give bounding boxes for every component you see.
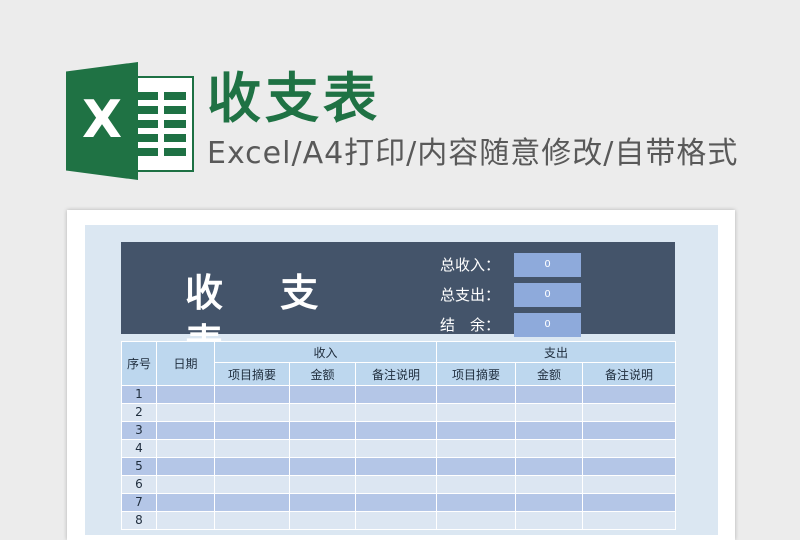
header-date[interactable]: 日期 [156,341,215,386]
table-cell[interactable] [436,457,517,476]
table-cell[interactable] [582,493,677,512]
table-cell[interactable] [582,385,677,404]
table-cell[interactable] [214,385,290,404]
table-cell[interactable] [156,475,215,494]
table-cell[interactable] [436,421,517,440]
table-cell[interactable] [515,403,584,422]
balance-label: 结 余： [440,316,501,334]
row-number-cell[interactable]: 3 [121,421,157,440]
table-cell[interactable] [289,475,356,494]
table-cell[interactable] [436,439,517,458]
table-cell[interactable] [354,457,438,476]
total-expense-value[interactable]: 0 [514,283,581,307]
table-cell[interactable] [354,421,438,440]
table-cell[interactable] [214,439,290,458]
table-cell[interactable] [436,493,517,512]
header-income-summary[interactable]: 项目摘要 [214,362,290,386]
row-number-cell[interactable]: 7 [121,493,157,512]
table-cell[interactable] [214,457,290,476]
table-row: 3 [121,421,677,440]
table-cell[interactable] [582,457,677,476]
sheet-title: 收 支 表 [185,270,341,365]
table-cell[interactable] [156,457,215,476]
table-row: 6 [121,475,677,494]
total-expense-label: 总支出： [440,286,501,304]
ledger-table: 序号 日期 收入 支出 项目摘要 金额 备注说明 项目摘要 金额 备注说明 12… [121,341,677,530]
table-cell[interactable] [436,403,517,422]
table-cell[interactable] [354,439,438,458]
header-expense-summary[interactable]: 项目摘要 [436,362,517,386]
table-cell[interactable] [289,403,356,422]
page-title: 收支表 [207,67,381,130]
table-cell[interactable] [354,475,438,494]
table-cell[interactable] [582,421,677,440]
table-cell[interactable] [354,511,438,530]
table-cell[interactable] [156,421,215,440]
table-cell[interactable] [354,403,438,422]
excel-logo-letter: X [82,90,123,150]
table-cell[interactable] [582,511,677,530]
header-income-note[interactable]: 备注说明 [354,362,438,386]
table-cell[interactable] [515,475,584,494]
table-cell[interactable] [289,421,356,440]
row-number-cell[interactable]: 4 [121,439,157,458]
table-cell[interactable] [582,439,677,458]
table-cell[interactable] [214,475,290,494]
table-cell[interactable] [289,511,356,530]
table-cell[interactable] [515,493,584,512]
header-income-amount[interactable]: 金额 [289,362,356,386]
table-cell[interactable] [214,493,290,512]
table-cell[interactable] [515,421,584,440]
row-number-cell[interactable]: 1 [121,385,157,404]
table-cell[interactable] [515,385,584,404]
row-number-cell[interactable]: 8 [121,511,157,530]
table-row: 5 [121,457,677,476]
table-cell[interactable] [156,493,215,512]
table-cell[interactable] [582,475,677,494]
table-cell[interactable] [515,511,584,530]
table-cell[interactable] [354,385,438,404]
page-subtitle: Excel/A4打印/内容随意修改/自带格式 [207,136,739,171]
table-row: 8 [121,511,677,530]
table-cell[interactable] [156,403,215,422]
table-row: 7 [121,493,677,512]
table-cell[interactable] [436,511,517,530]
row-number-cell[interactable]: 5 [121,457,157,476]
table-cell[interactable] [289,439,356,458]
table-cell[interactable] [289,457,356,476]
table-row: 1 [121,385,677,404]
table-cell[interactable] [156,511,215,530]
table-cell[interactable] [582,403,677,422]
row-number-cell[interactable]: 6 [121,475,157,494]
header-expense-amount[interactable]: 金额 [515,362,584,386]
total-income-label: 总收入： [440,256,501,274]
table-cell[interactable] [515,439,584,458]
table-cell[interactable] [289,493,356,512]
table-cell[interactable] [436,385,517,404]
row-number-cell[interactable]: 2 [121,403,157,422]
table-cell[interactable] [214,403,290,422]
table-cell[interactable] [156,385,215,404]
table-row: 4 [121,439,677,458]
table-cell[interactable] [515,457,584,476]
table-cell[interactable] [354,493,438,512]
table-cell[interactable] [289,385,356,404]
total-income-value[interactable]: 0 [514,253,581,277]
header-expense-note[interactable]: 备注说明 [582,362,677,386]
table-cell[interactable] [214,421,290,440]
table-cell[interactable] [436,475,517,494]
table-row: 2 [121,403,677,422]
table-cell[interactable] [214,511,290,530]
excel-logo: X [66,62,194,180]
balance-value[interactable]: 0 [514,313,581,337]
header-seq[interactable]: 序号 [121,341,157,386]
header-income[interactable]: 收入 [213,341,438,363]
table-cell[interactable] [156,439,215,458]
header-expense[interactable]: 支出 [436,341,677,363]
